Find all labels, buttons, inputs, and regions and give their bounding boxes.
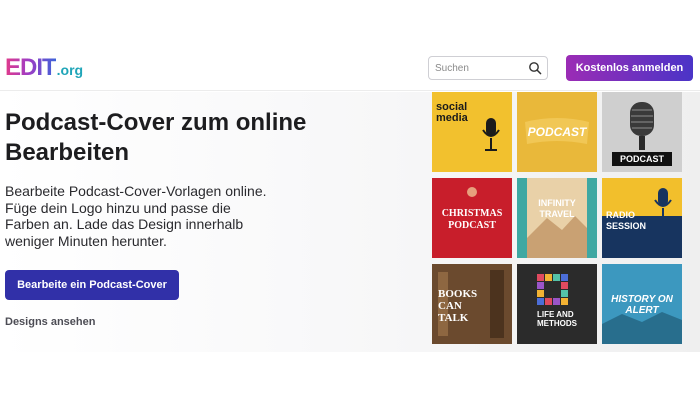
tile-title: PODCAST — [619, 154, 664, 164]
logo-suffix: .org — [56, 62, 84, 78]
tile-title: INFINITY TRAVEL — [538, 198, 576, 219]
template-tile[interactable]: PODCAST — [602, 92, 682, 172]
template-tile[interactable]: BOOKS CAN TALK — [432, 264, 512, 344]
top-navbar: EDIT .org Kostenlos anmelden — [0, 45, 700, 91]
template-tile[interactable]: CHRISTMAS PODCAST — [432, 178, 512, 258]
tile-title: social media — [436, 101, 468, 124]
edit-podcast-cover-button[interactable]: Bearbeite ein Podcast-Cover — [5, 270, 179, 300]
template-tile[interactable]: INFINITY TRAVEL — [517, 178, 597, 258]
tile-title: BOOKS CAN TALK — [438, 288, 478, 324]
search-box — [428, 56, 548, 80]
template-gallery: social media PODCAST PODCAST CHRISTMAS P… — [430, 92, 685, 344]
tile-title: HISTORY ON ALERT — [611, 294, 673, 316]
page-title: Podcast-Cover zum online Bearbeiten — [5, 109, 307, 166]
tile-title: PODCAST — [527, 125, 587, 139]
template-tile[interactable]: PODCAST — [517, 92, 597, 172]
template-tile[interactable]: social media — [432, 92, 512, 172]
tile-title: CHRISTMAS PODCAST — [441, 208, 503, 231]
logo-main: EDIT — [5, 54, 57, 81]
search-icon[interactable] — [528, 61, 542, 75]
template-tile[interactable]: LIFE AND METHODS — [517, 264, 597, 344]
signup-button[interactable]: Kostenlos anmelden — [566, 55, 693, 81]
tile-title: LIFE AND METHODS — [537, 310, 577, 328]
template-tile[interactable]: HISTORY ON ALERT — [602, 264, 682, 344]
site-logo[interactable]: EDIT .org — [5, 55, 83, 81]
template-tile[interactable]: RADIO SESSION — [602, 178, 682, 258]
tile-title: RADIO SESSION — [606, 210, 647, 231]
hero-description: Bearbeite Podcast-Cover-Vorlagen online.… — [5, 183, 267, 249]
page: EDIT .org Kostenlos anmelden Podcast-Cov… — [0, 0, 700, 400]
designs-link[interactable]: Designs ansehen — [5, 316, 95, 328]
color-blocks-icon — [537, 274, 568, 305]
search-input[interactable] — [435, 60, 525, 77]
